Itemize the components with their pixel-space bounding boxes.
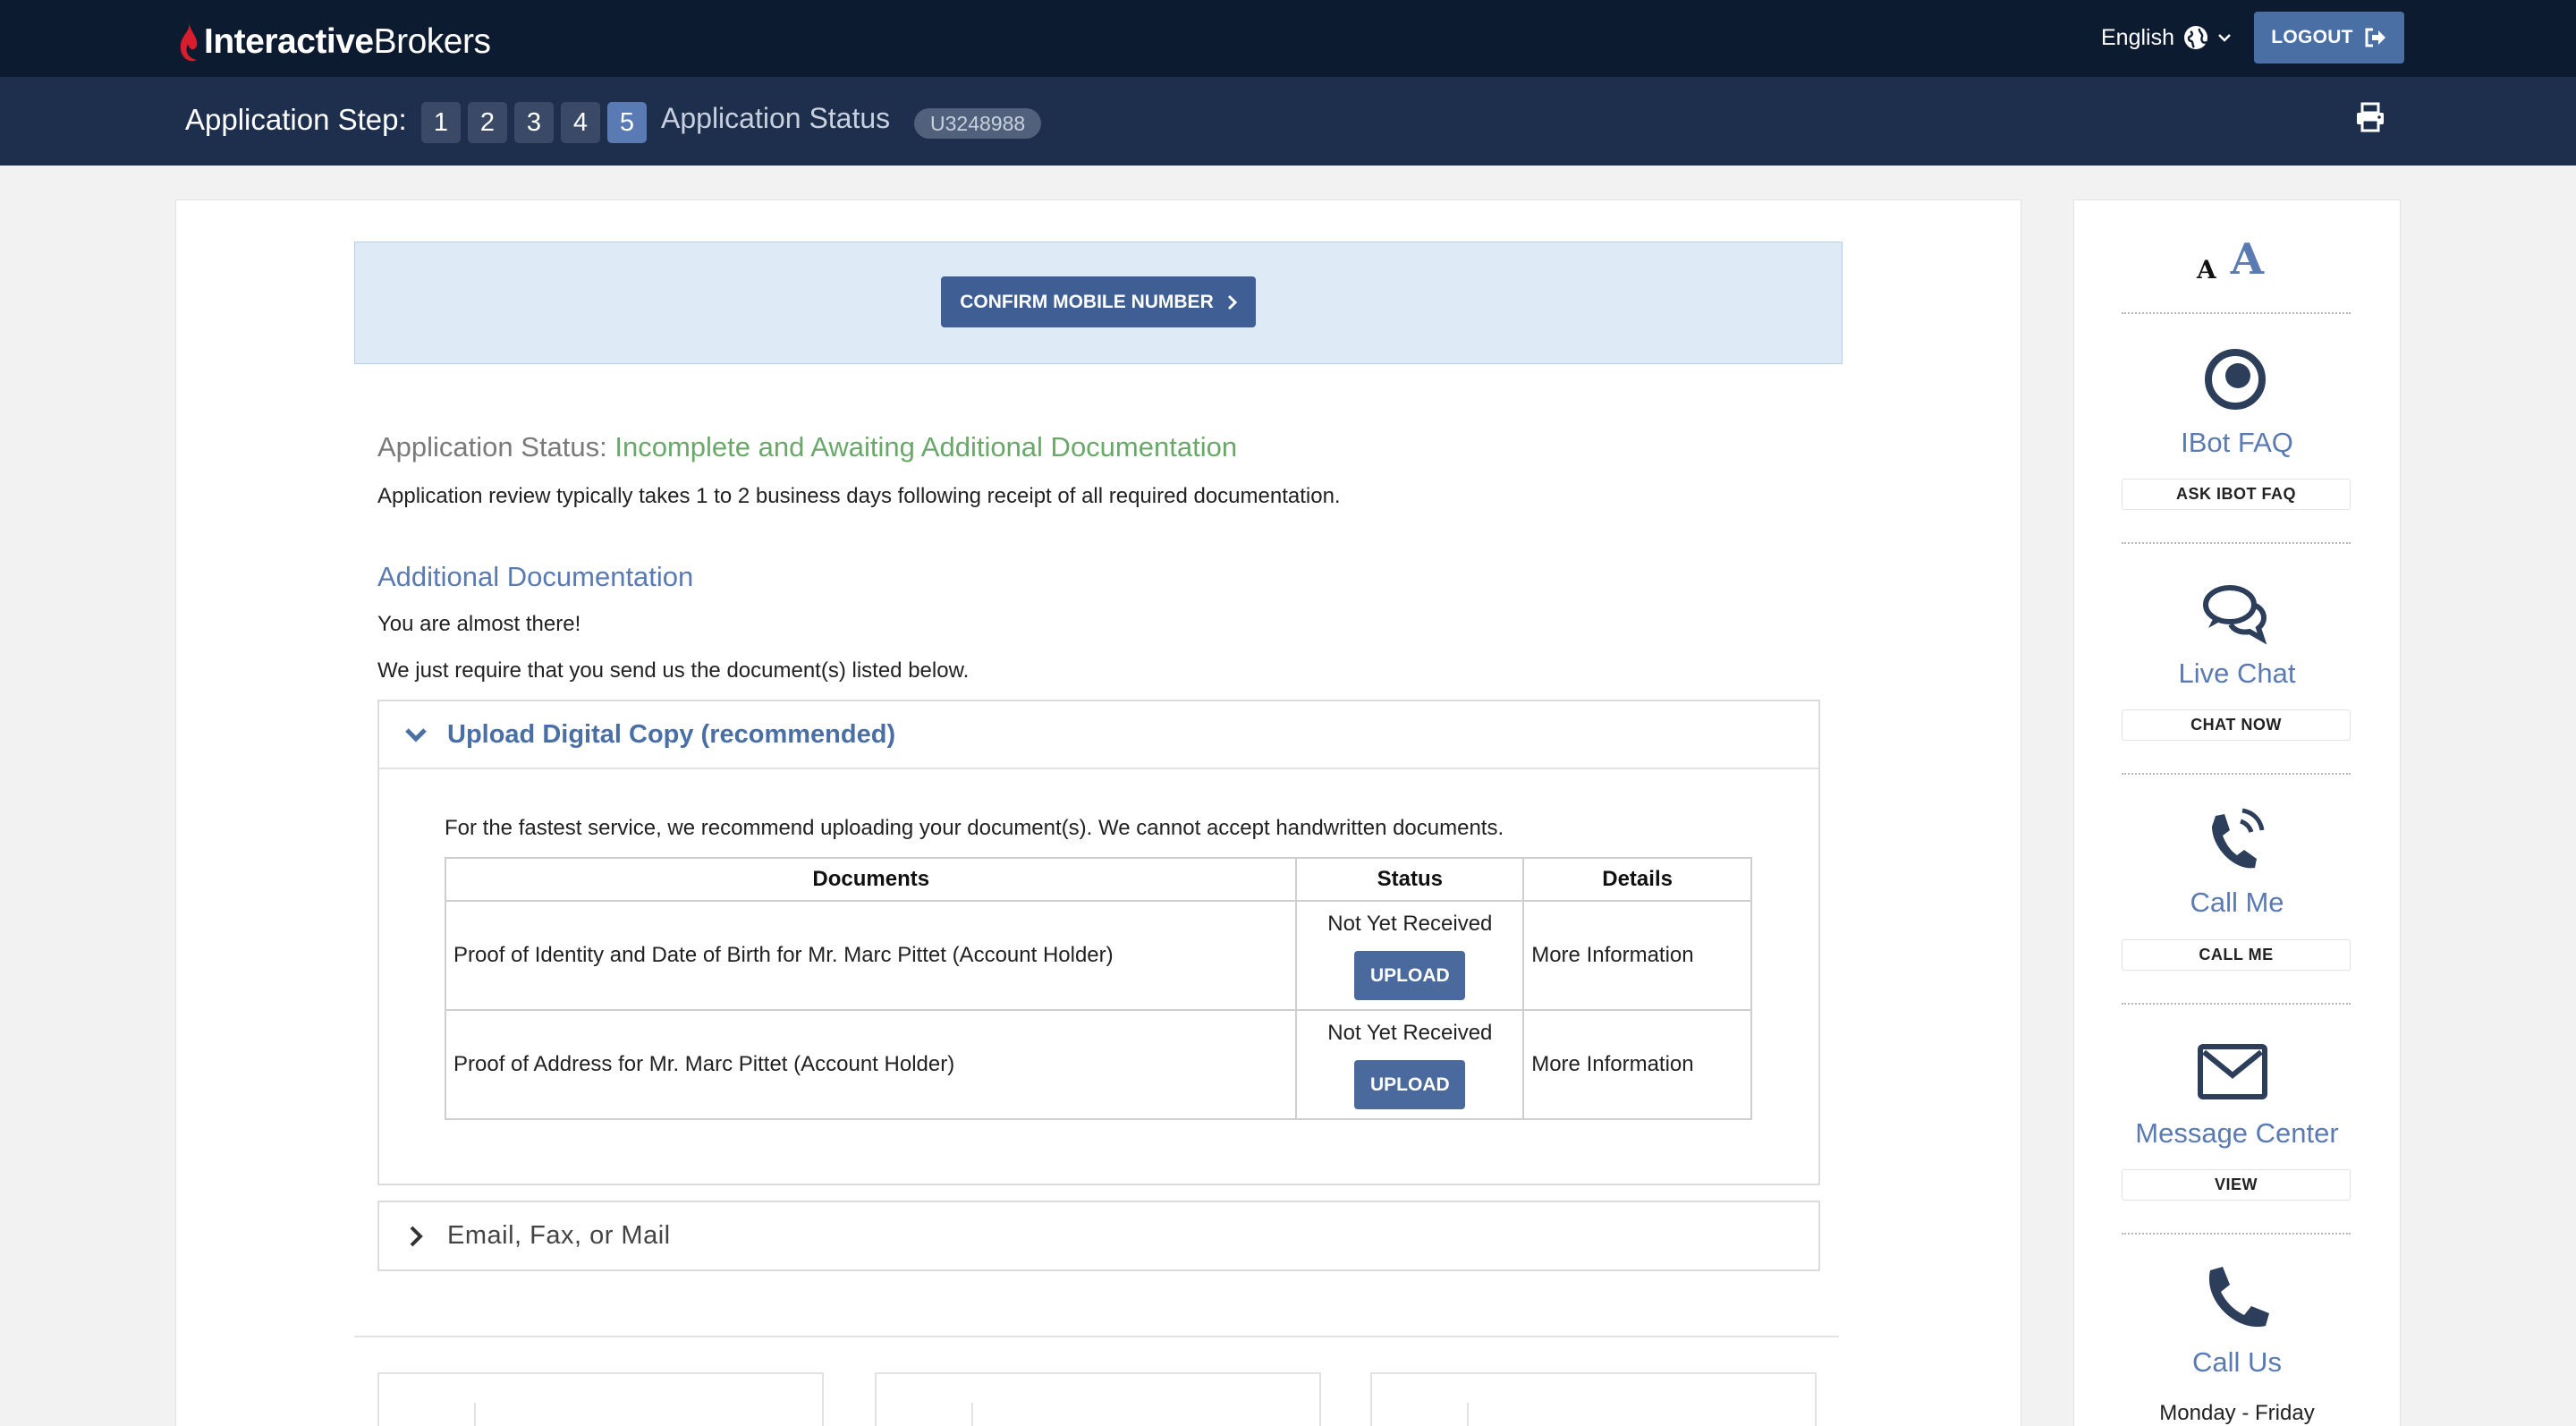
require-documents-text: We just require that you send us the doc… (377, 658, 970, 683)
document-status: Not Yet Received (1327, 1020, 1493, 1045)
chat-now-button[interactable]: CHAT NOW (2122, 709, 2351, 741)
font-size-small-button[interactable]: A (2197, 255, 2216, 284)
logout-label: LOGOUT (2271, 27, 2353, 47)
language-label: English (2101, 24, 2174, 50)
document-name: Proof of Address for Mr. Marc Pittet (Ac… (444, 1009, 1298, 1120)
upload-panel-header[interactable]: Upload Digital Copy (recommended) (379, 701, 1818, 769)
email-fax-mail-title: Email, Fax, or Mail (447, 1221, 671, 1250)
document-name: Proof of Identity and Date of Birth for … (444, 900, 1298, 1011)
bottom-card (1370, 1372, 1817, 1426)
sidebar-item-live-chat-title: Live Chat (2178, 658, 2296, 689)
step-list: 1 2 3 4 5 (421, 102, 647, 143)
sidebar-divider (2122, 1233, 2351, 1235)
ask-ibot-faq-button[interactable]: ASK IBOT FAQ (2122, 479, 2351, 510)
upload-panel-title: Upload Digital Copy (recommended) (447, 719, 896, 749)
upload-button[interactable]: UPLOAD (1354, 1059, 1466, 1109)
additional-documentation-heading: Additional Documentation (377, 561, 694, 592)
chevron-down-icon (405, 728, 427, 743)
sidebar-divider (2122, 1003, 2351, 1005)
sidebar-item-call-me-title: Call Me (2190, 887, 2284, 918)
almost-there-text: You are almost there! (377, 612, 581, 636)
column-header-details: Details (1522, 857, 1752, 902)
bottom-card (377, 1372, 824, 1426)
upload-button[interactable]: UPLOAD (1354, 950, 1466, 1000)
sidebar-item-ibot-faq-title: IBot FAQ (2181, 427, 2293, 458)
more-information-link[interactable]: More Information (1522, 1009, 1752, 1120)
print-icon[interactable] (2354, 101, 2386, 133)
more-information-link[interactable]: More Information (1522, 900, 1752, 1011)
globe-icon (2184, 26, 2207, 49)
chevron-down-icon (2218, 34, 2231, 42)
chevron-right-icon (1227, 294, 1237, 310)
application-step-label: Application Step: (185, 103, 407, 136)
chat-bubbles-icon[interactable] (2199, 578, 2271, 649)
status-value: Incomplete and Awaiting Additional Docum… (614, 431, 1238, 463)
sign-out-icon (2365, 28, 2385, 47)
ib-flame-icon (180, 21, 198, 62)
ibot-icon[interactable] (2199, 344, 2271, 415)
logout-button[interactable]: LOGOUT (2254, 12, 2404, 64)
confirm-mobile-label: CONFIRM MOBILE NUMBER (960, 291, 1214, 312)
document-status-cell: Not Yet Received UPLOAD (1295, 900, 1525, 1011)
envelope-icon[interactable] (2197, 1038, 2268, 1109)
card-divider (971, 1403, 973, 1426)
step-4-button[interactable]: 4 (561, 102, 600, 143)
step-title: Application Status (661, 102, 891, 134)
step-5-button[interactable]: 5 (607, 102, 647, 143)
font-size-large-button[interactable]: A (2231, 234, 2264, 284)
upload-intro-text: For the fastest service, we recommend up… (445, 816, 1504, 840)
card-divider (1467, 1403, 1469, 1426)
view-messages-button[interactable]: VIEW (2122, 1169, 2351, 1201)
column-header-documents: Documents (444, 857, 1298, 902)
column-header-status: Status (1295, 857, 1525, 902)
account-id-badge: U3248988 (914, 108, 1042, 139)
table-row: Proof of Address for Mr. Marc Pittet (Ac… (444, 1009, 1752, 1120)
bottom-card (875, 1372, 1321, 1426)
font-size-controls: A A (2197, 234, 2264, 284)
table-header-row: Documents Status Details (444, 857, 1752, 902)
phone-ringing-icon[interactable] (2199, 803, 2271, 875)
sidebar-item-call-us-title: Call Us (2192, 1346, 2282, 1378)
brand-name-light: Brokers (373, 22, 491, 61)
documents-table: Documents Status Details Proof of Identi… (444, 857, 1752, 1120)
sidebar-item-message-center-title: Message Center (2135, 1117, 2339, 1149)
sidebar-divider (2122, 542, 2351, 544)
brand-name-bold: Interactive (204, 22, 374, 61)
step-2-button[interactable]: 2 (468, 102, 507, 143)
review-time-text: Application review typically takes 1 to … (377, 484, 1341, 508)
section-divider (354, 1336, 1839, 1337)
document-status-cell: Not Yet Received UPLOAD (1295, 1009, 1525, 1120)
email-fax-mail-panel[interactable]: Email, Fax, or Mail (377, 1201, 1820, 1271)
call-me-button[interactable]: CALL ME (2122, 939, 2351, 971)
status-prefix: Application Status: (377, 431, 607, 463)
chevron-right-icon (410, 1226, 423, 1246)
language-selector[interactable]: English (2101, 21, 2232, 54)
sidebar-divider (2122, 312, 2351, 314)
document-status: Not Yet Received (1327, 911, 1493, 936)
step-3-button[interactable]: 3 (514, 102, 554, 143)
interactive-brokers-logo[interactable]: InteractiveBrokers (175, 16, 491, 68)
confirm-mobile-number-button[interactable]: CONFIRM MOBILE NUMBER (941, 276, 1256, 327)
card-divider (474, 1403, 476, 1426)
step-1-button[interactable]: 1 (421, 102, 461, 143)
upload-digital-copy-panel: Upload Digital Copy (recommended) For th… (377, 700, 1820, 1185)
sidebar-divider (2122, 773, 2351, 775)
application-status-line: Application Status: Incomplete and Await… (377, 431, 1237, 463)
call-us-hours: Monday - Friday (2159, 1401, 2315, 1425)
phone-icon[interactable] (2199, 1263, 2271, 1335)
table-row: Proof of Identity and Date of Birth for … (444, 900, 1752, 1011)
